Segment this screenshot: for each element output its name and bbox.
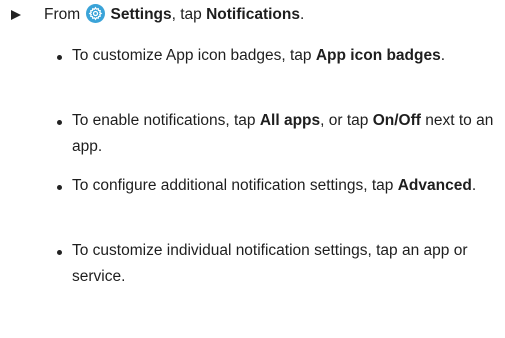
step-prefix: From bbox=[44, 6, 81, 23]
bullet-text-end: . bbox=[440, 47, 446, 64]
settings-label: Settings bbox=[110, 6, 172, 23]
app-icon-badges-label: App icon badges bbox=[315, 47, 441, 64]
step-arrow-icon bbox=[11, 10, 21, 20]
bullet-text-end: . bbox=[471, 177, 477, 194]
bullet-text: To customize App icon badges, tap bbox=[72, 47, 316, 64]
instructions-page: From Settings, tap Notifications. To cus… bbox=[0, 0, 505, 338]
on-off-label: On/Off bbox=[372, 112, 421, 129]
gear-icon bbox=[86, 4, 106, 23]
step-middle: , tap bbox=[171, 6, 207, 23]
bullet-dot-icon bbox=[57, 120, 62, 125]
all-apps-label: All apps bbox=[259, 112, 321, 129]
bullet-enable-notifications: To enable notifications, tap All apps, o… bbox=[57, 108, 494, 160]
step-suffix: . bbox=[299, 6, 305, 23]
bullet-advanced-settings: To configure additional notification set… bbox=[57, 173, 494, 199]
bullet-individual-settings: To customize individual notification set… bbox=[57, 238, 494, 290]
bullet-dot-icon bbox=[57, 55, 62, 60]
notifications-label: Notifications bbox=[206, 6, 300, 23]
bullet-text-mid: , or tap bbox=[320, 112, 373, 129]
bullet-dot-icon bbox=[57, 185, 62, 190]
step-text: From Settings, tap Notifications. bbox=[44, 4, 304, 26]
bullet-text: To enable notifications, tap bbox=[72, 112, 260, 129]
advanced-label: Advanced bbox=[397, 177, 472, 194]
bullet-text: To configure additional notification set… bbox=[72, 177, 398, 194]
bullet-app-icon-badges: To customize App icon badges, tap App ic… bbox=[57, 43, 494, 69]
bullet-text: To customize individual notification set… bbox=[72, 242, 468, 285]
bullet-dot-icon bbox=[57, 250, 62, 255]
